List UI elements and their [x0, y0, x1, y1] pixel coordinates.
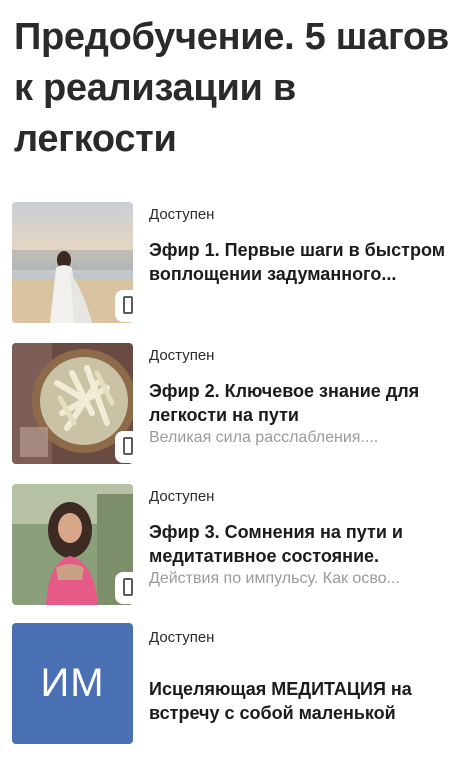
- mobile-device-icon: [115, 572, 140, 604]
- lesson-item-4[interactable]: ИМ Доступен Исцеляющая МЕДИТАЦИЯ на встр…: [12, 623, 467, 764]
- lesson-title[interactable]: Эфир 1. Первые шаги в быстром воплощении…: [149, 238, 465, 286]
- lesson-status: Доступен: [149, 206, 215, 223]
- lesson-status: Доступен: [149, 629, 215, 646]
- lesson-status: Доступен: [149, 488, 215, 505]
- lesson-status: Доступен: [149, 347, 215, 364]
- lesson-list: Доступен Эфир 1. Первые шаги в быстром в…: [12, 200, 467, 764]
- lesson-subtitle: Действия по импульсу. Как осво...: [149, 570, 400, 587]
- lesson-subtitle: Великая сила расслабления....: [149, 429, 379, 446]
- lesson-title[interactable]: Эфир 3. Сомнения на пути и медитативное …: [149, 520, 465, 568]
- lesson-item-2[interactable]: Доступен Эфир 2. Ключевое знание для лег…: [12, 341, 467, 482]
- mobile-device-icon: [115, 431, 140, 463]
- lesson-item-1[interactable]: Доступен Эфир 1. Первые шаги в быстром в…: [12, 200, 467, 341]
- mobile-device-icon: [115, 290, 140, 322]
- page-title: Предобучение. 5 шагов к реализации в лег…: [14, 16, 449, 160]
- lesson-thumbnail-4[interactable]: ИМ: [12, 623, 133, 744]
- lesson-title[interactable]: Исцеляющая МЕДИТАЦИЯ на встречу с собой …: [149, 677, 465, 725]
- lesson-item-3[interactable]: Доступен Эфир 3. Сомнения на пути и меди…: [12, 482, 467, 623]
- lesson-title[interactable]: Эфир 2. Ключевое знание для легкости на …: [149, 379, 465, 427]
